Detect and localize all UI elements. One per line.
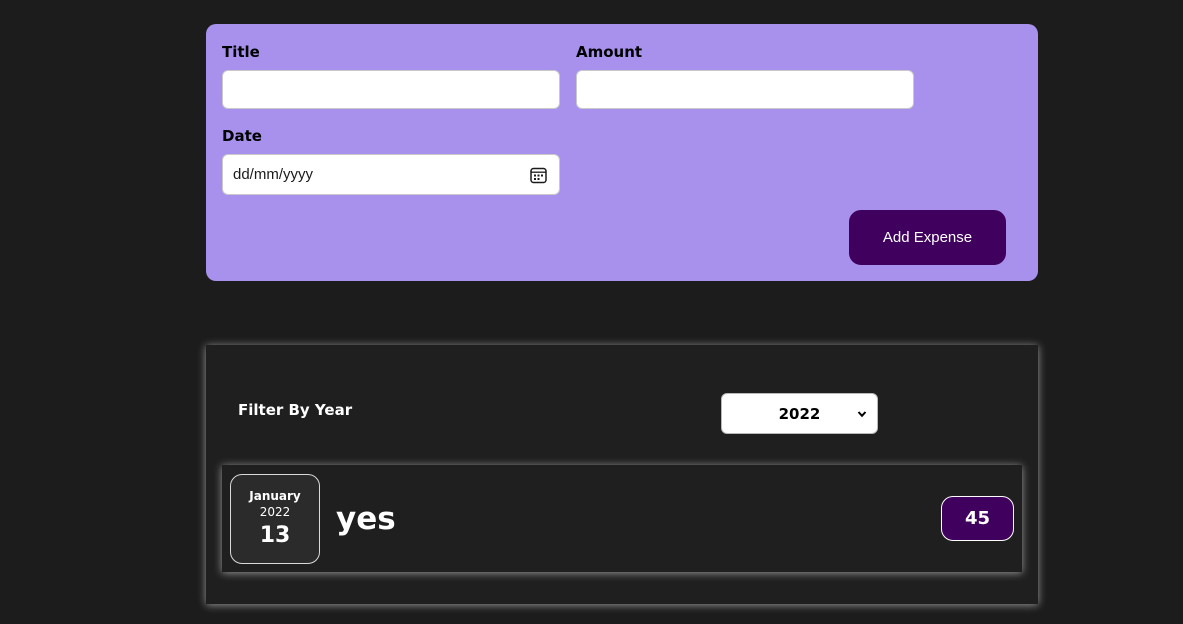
amount-input[interactable] — [576, 70, 914, 109]
expense-month: January — [249, 489, 301, 503]
expenses-panel: Filter By Year 2022 January 2022 13 yes … — [206, 345, 1038, 604]
title-label: Title — [222, 43, 260, 61]
date-input[interactable]: dd/mm/yyyy — [222, 154, 560, 195]
date-field: Date dd/mm/yyyy — [222, 127, 560, 195]
filter-label: Filter By Year — [238, 401, 353, 419]
expense-item: January 2022 13 yes 45 — [222, 465, 1022, 572]
new-expense-form: Title Amount Date dd/mm/yyyy Add Expense — [206, 24, 1038, 281]
chevron-down-icon — [857, 411, 867, 418]
expense-date-badge: January 2022 13 — [230, 474, 320, 564]
amount-label: Amount — [576, 43, 643, 61]
title-field: Title — [222, 43, 560, 109]
calendar-icon[interactable] — [530, 167, 547, 184]
expense-year: 2022 — [259, 505, 291, 519]
selected-year: 2022 — [778, 404, 821, 423]
expense-amount: 45 — [941, 496, 1014, 541]
date-label: Date — [222, 127, 262, 145]
year-filter-select[interactable]: 2022 — [721, 393, 878, 434]
expense-title: yes — [336, 501, 396, 537]
expense-day: 13 — [259, 523, 291, 548]
add-expense-button[interactable]: Add Expense — [849, 210, 1006, 265]
title-input[interactable] — [222, 70, 560, 109]
amount-field: Amount — [576, 43, 914, 109]
date-placeholder: dd/mm/yyyy — [233, 165, 314, 183]
